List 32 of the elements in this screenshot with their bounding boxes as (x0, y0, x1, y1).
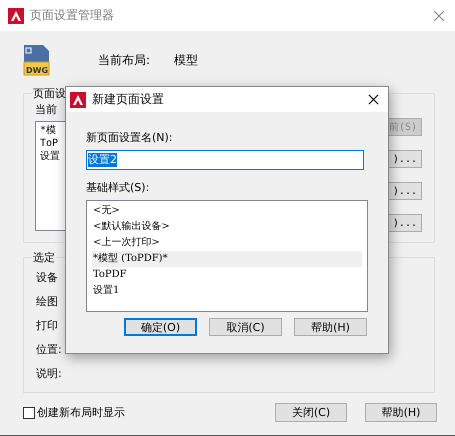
field-label: 说明: (36, 366, 62, 382)
dialog-title: 新建页面设置 (92, 91, 164, 108)
field-label: 位置: (36, 342, 62, 358)
name-label: 新页面设置名(N): (86, 130, 174, 146)
list-item[interactable]: <上一次打印> (92, 235, 362, 251)
field-label: 设备 (36, 270, 58, 286)
group-label: 选定 (32, 250, 56, 265)
checkbox[interactable] (23, 406, 35, 418)
close-icon[interactable] (368, 94, 379, 105)
field-label: 打印 (36, 318, 58, 334)
dialog-button[interactable]: 关闭(C) (275, 403, 347, 422)
group-label: 页面设 (32, 86, 67, 101)
list-item[interactable]: ToPDF (92, 267, 362, 283)
name-field[interactable]: 设置2 (86, 150, 364, 170)
field-label: 绘图 (36, 294, 58, 310)
list-item[interactable]: 设置1 (92, 283, 362, 299)
list-item[interactable]: <无> (92, 203, 362, 219)
window-title: 页面设置管理器 (30, 7, 114, 24)
dialog-button[interactable]: 取消(C) (209, 318, 282, 336)
dialog-button[interactable]: 帮助(H) (365, 403, 437, 422)
dialog-button[interactable]: 确定(O) (124, 318, 197, 336)
dialog-button[interactable]: 帮助(H) (294, 318, 367, 336)
list-item[interactable]: *模型 (ToPDF)* (92, 251, 362, 267)
checkbox-label: 创建新布局时显示 (37, 405, 125, 420)
logo-icon (8, 8, 24, 24)
logo-icon (70, 92, 86, 108)
current-layout-label: 当前布局: (98, 52, 150, 68)
icon-label: DWG (26, 66, 48, 75)
list-label: 当前 (35, 102, 58, 117)
list-item[interactable]: <默认输出设备> (92, 219, 362, 235)
base-style-label: 基础样式(S): (86, 180, 150, 196)
current-layout-value: 模型 (174, 52, 198, 68)
